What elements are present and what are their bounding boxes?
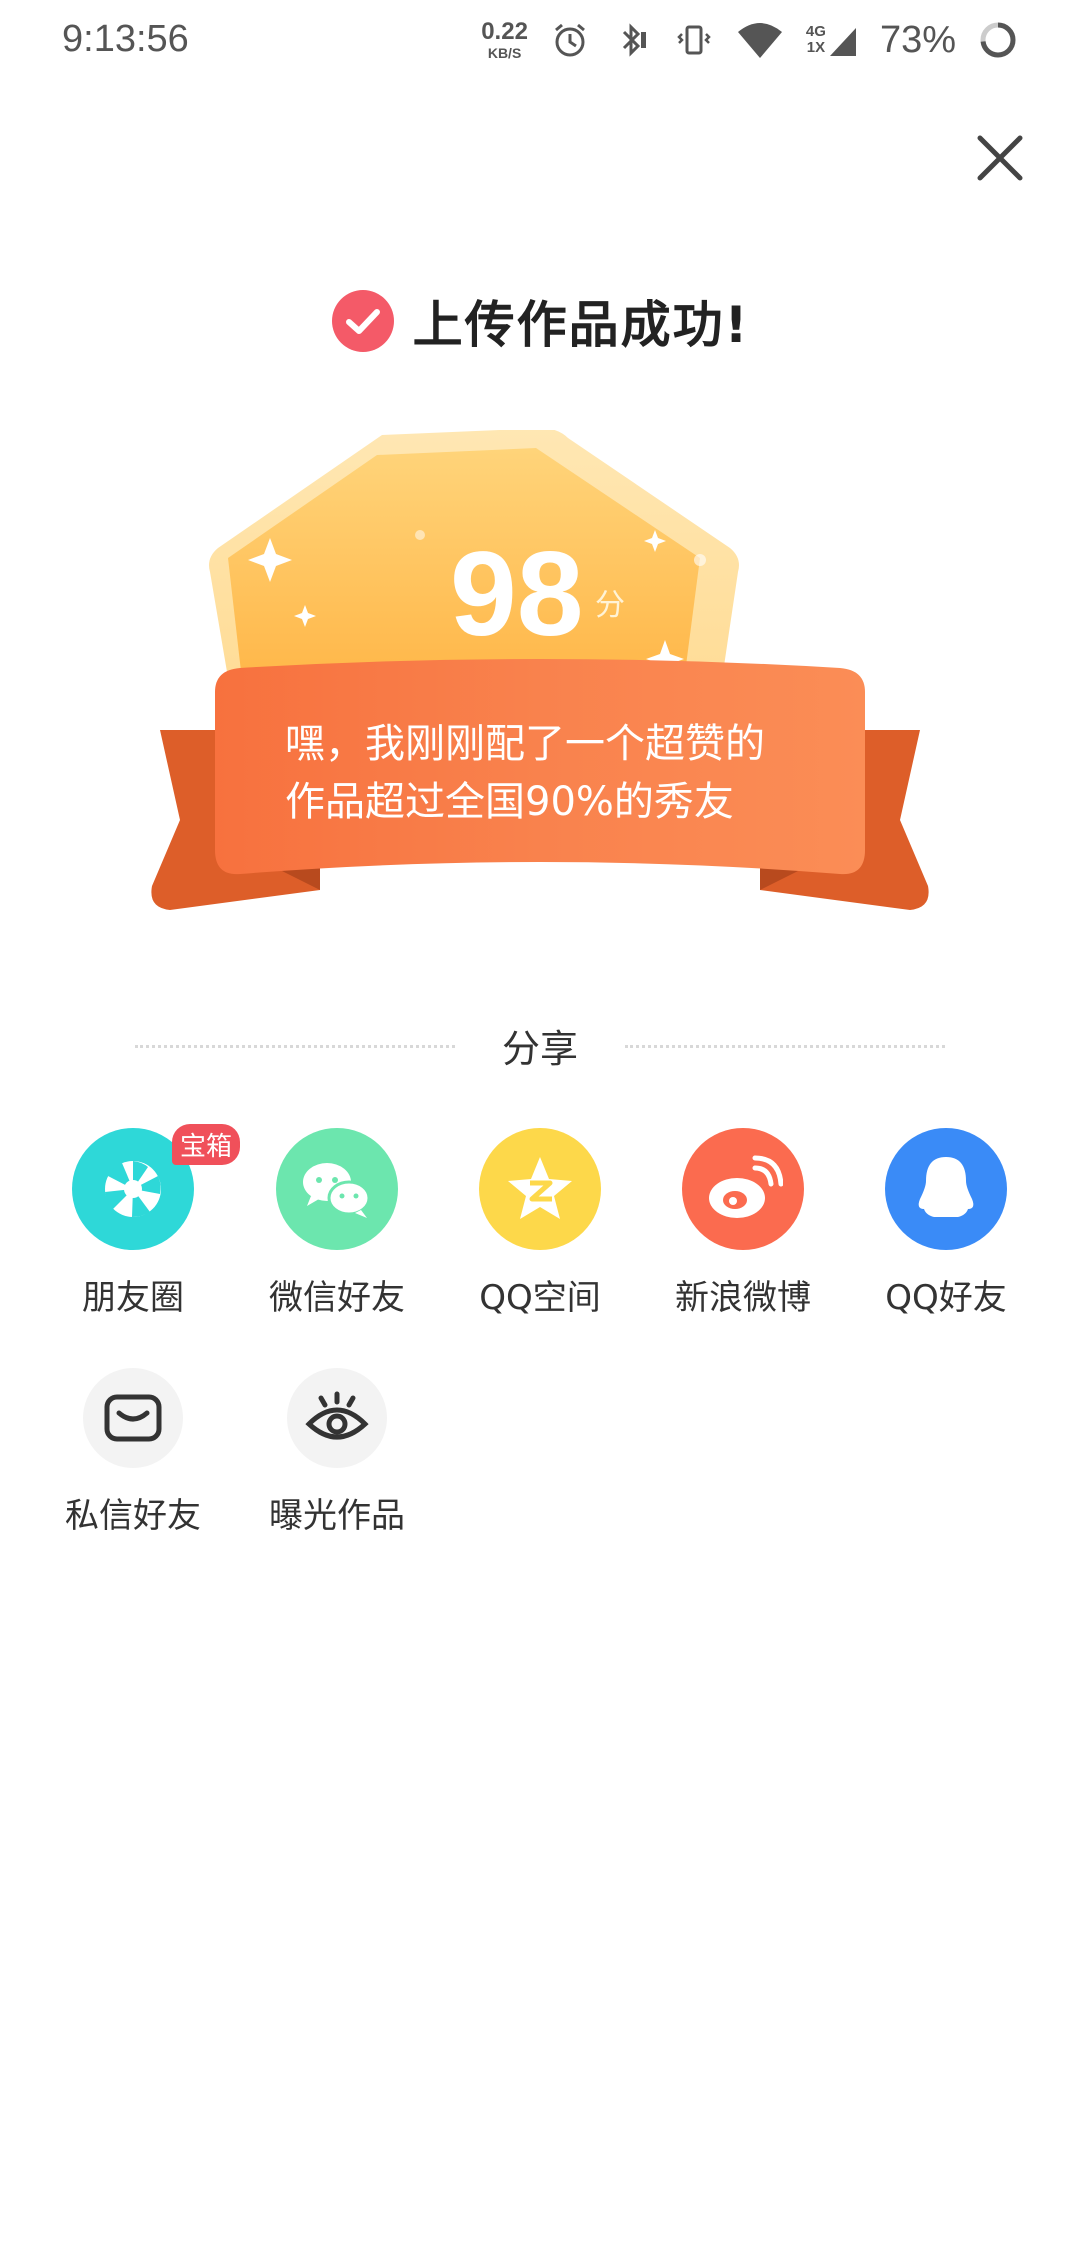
share-moments[interactable]: 宝箱 朋友圈 [43, 1124, 241, 1319]
status-bar: 9:13:56 0.22 KB/S 4G 1X 73% [0, 0, 1080, 80]
share-qq-friend[interactable]: QQ好友 [856, 1128, 1036, 1319]
close-button[interactable] [972, 130, 1028, 186]
weibo-logo-icon [709, 1155, 783, 1218]
qq-penguin-icon [918, 1157, 974, 1217]
success-check-icon [331, 290, 394, 352]
signal-icon [829, 28, 856, 56]
share-wechat-friend[interactable]: 微信好友 [247, 1128, 427, 1319]
wifi-icon [737, 23, 782, 58]
share-label: 曝光作品 [269, 1496, 405, 1536]
wechat-bubbles-icon [303, 1163, 371, 1218]
vibrate-icon [677, 25, 711, 55]
network-speed-value: 0.22 [481, 18, 528, 45]
badge-graphic [151, 430, 929, 910]
network-speed-unit: KB/S [487, 45, 522, 61]
aperture-icon [105, 1161, 161, 1217]
bluetooth-icon [622, 23, 646, 57]
share-expose-work[interactable]: 曝光作品 [247, 1368, 427, 1537]
divider-line-right [625, 1045, 945, 1048]
eye-icon [287, 1368, 387, 1468]
score-number: 98 [450, 527, 584, 661]
battery-ring-icon [980, 22, 1016, 58]
network-speed: 0.22 KB/S [481, 18, 528, 61]
success-header: 上传作品成功! [0, 285, 1080, 357]
status-icons: 0.22 KB/S 4G 1X 73% [481, 14, 1018, 66]
page-title: 上传作品成功! [412, 296, 750, 354]
share-qzone[interactable]: QQ空间 [450, 1128, 630, 1319]
qzone-icon [479, 1128, 601, 1250]
network-type-1x: 1X [806, 39, 826, 56]
score-unit: 分 [595, 588, 625, 623]
qq-icon [885, 1128, 1007, 1250]
share-label: 微信好友 [269, 1278, 405, 1318]
status-time: 9:13:56 [62, 18, 189, 60]
envelope-icon [104, 1394, 162, 1442]
weibo-icon [682, 1128, 804, 1250]
battery-percent: 73% [879, 18, 956, 61]
share-label: 新浪微博 [675, 1278, 811, 1318]
ribbon-message: 嘿，我刚刚配了一个超赞的 作品超过全国90%的秀友 [285, 715, 805, 831]
qzone-star-icon [508, 1157, 572, 1219]
wechat-icon [276, 1128, 398, 1250]
network-type-4g: 4G [805, 23, 826, 41]
message-icon [83, 1368, 183, 1468]
moments-icon: 宝箱 [72, 1124, 241, 1250]
share-private-message[interactable]: 私信好友 [43, 1368, 223, 1537]
score-badge: 98 分 嘿，我刚刚配了一个超赞的 作品超过全国90%的秀友 [140, 430, 940, 950]
ribbon-line-1: 嘿，我刚刚配了一个超赞的 [285, 721, 765, 767]
alarm-icon [554, 23, 585, 57]
share-weibo[interactable]: 新浪微博 [653, 1128, 833, 1319]
cellular-signal: 4G 1X [806, 20, 858, 60]
share-label: QQ好友 [885, 1278, 1007, 1318]
eye-icon-graphic [305, 1391, 369, 1440]
share-divider: 分享 [135, 1018, 945, 1074]
share-label: QQ空间 [479, 1278, 601, 1318]
share-label: 私信好友 [65, 1496, 201, 1536]
treasure-tag: 宝箱 [172, 1124, 241, 1165]
share-label: 朋友圈 [82, 1278, 184, 1318]
ribbon-line-2: 作品超过全国90%的秀友 [285, 779, 734, 825]
